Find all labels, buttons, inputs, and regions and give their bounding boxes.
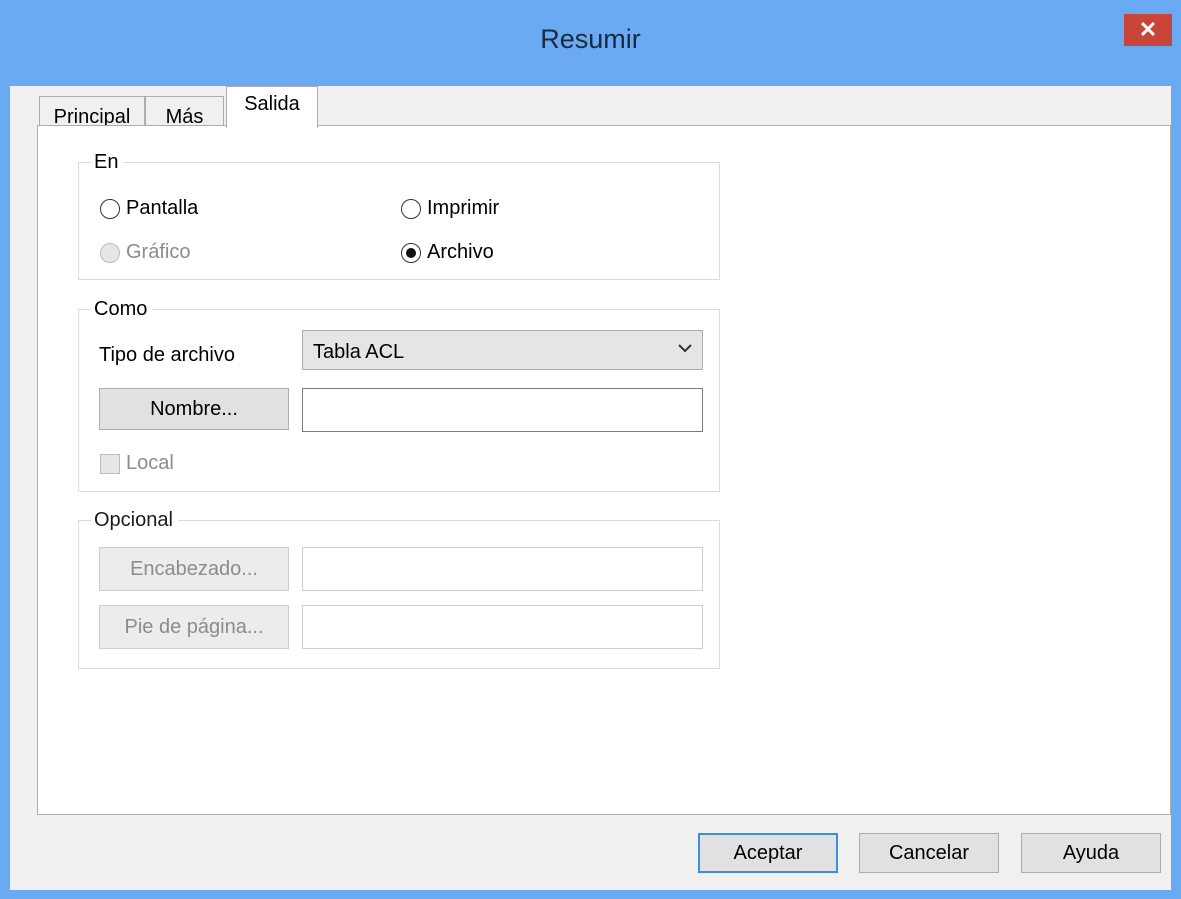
radio-archivo[interactable]: Archivo bbox=[401, 241, 494, 264]
close-button[interactable]: ✕ bbox=[1124, 14, 1172, 46]
close-icon: ✕ bbox=[1138, 17, 1158, 42]
group-como: Como Tipo de archivo Tabla ACL Nombre...… bbox=[78, 298, 720, 492]
name-input[interactable] bbox=[302, 388, 703, 432]
local-checkbox-label: Local bbox=[126, 452, 174, 474]
tab-salida[interactable]: Salida bbox=[226, 86, 318, 128]
dialog-window: Resumir ✕ Principal Más Salida En Pantal… bbox=[0, 0, 1181, 899]
name-button-label: Nombre... bbox=[150, 398, 238, 420]
group-en: En Pantalla Imprimir Gráfico Archivo bbox=[78, 151, 720, 280]
group-como-title: Como bbox=[91, 298, 153, 321]
radio-grafico-label: Gráfico bbox=[126, 241, 191, 263]
group-en-title: En bbox=[91, 151, 124, 174]
help-button-label: Ayuda bbox=[1062, 842, 1120, 864]
tab-panel-salida: En Pantalla Imprimir Gráfico Archivo Com… bbox=[37, 125, 1171, 815]
file-type-value: Tabla ACL bbox=[313, 341, 405, 363]
local-checkbox: Local bbox=[100, 452, 174, 475]
cancel-button[interactable]: Cancelar bbox=[859, 833, 999, 873]
radio-pantalla[interactable]: Pantalla bbox=[100, 197, 198, 220]
help-button[interactable]: Ayuda bbox=[1021, 833, 1161, 873]
tab-salida-label: Salida bbox=[244, 93, 300, 115]
group-opcional-title: Opcional bbox=[91, 509, 178, 532]
header-button: Encabezado... bbox=[99, 547, 289, 591]
header-button-label: Encabezado... bbox=[130, 558, 258, 580]
file-type-label: Tipo de archivo bbox=[99, 344, 235, 366]
radio-archivo-label: Archivo bbox=[427, 241, 494, 263]
window-title: Resumir bbox=[540, 24, 641, 54]
footer-input bbox=[302, 605, 703, 649]
radio-grafico: Gráfico bbox=[100, 241, 190, 264]
radio-pantalla-label: Pantalla bbox=[126, 197, 199, 219]
cancel-button-label: Cancelar bbox=[888, 842, 970, 864]
title-bar[interactable]: Resumir ✕ bbox=[0, 0, 1181, 86]
file-type-select[interactable]: Tabla ACL bbox=[302, 330, 703, 370]
footer-button: Pie de página... bbox=[99, 605, 289, 649]
group-opcional: Opcional Encabezado... Pie de página... bbox=[78, 509, 720, 669]
radio-imprimir-circle bbox=[401, 198, 421, 219]
radio-imprimir-label: Imprimir bbox=[427, 197, 500, 219]
radio-grafico-circle bbox=[100, 242, 120, 263]
radio-pantalla-circle bbox=[100, 198, 120, 219]
local-checkbox-box bbox=[100, 453, 120, 474]
name-button[interactable]: Nombre... bbox=[99, 388, 289, 430]
radio-archivo-circle bbox=[401, 242, 421, 263]
ok-button-label: Aceptar bbox=[733, 842, 803, 864]
dialog-body: Principal Más Salida En Pantalla Imprimi… bbox=[10, 86, 1171, 890]
chevron-down-icon bbox=[678, 344, 692, 353]
ok-button[interactable]: Aceptar bbox=[698, 833, 838, 873]
header-input bbox=[302, 547, 703, 591]
radio-imprimir[interactable]: Imprimir bbox=[401, 197, 499, 220]
footer-button-label: Pie de página... bbox=[124, 616, 264, 638]
